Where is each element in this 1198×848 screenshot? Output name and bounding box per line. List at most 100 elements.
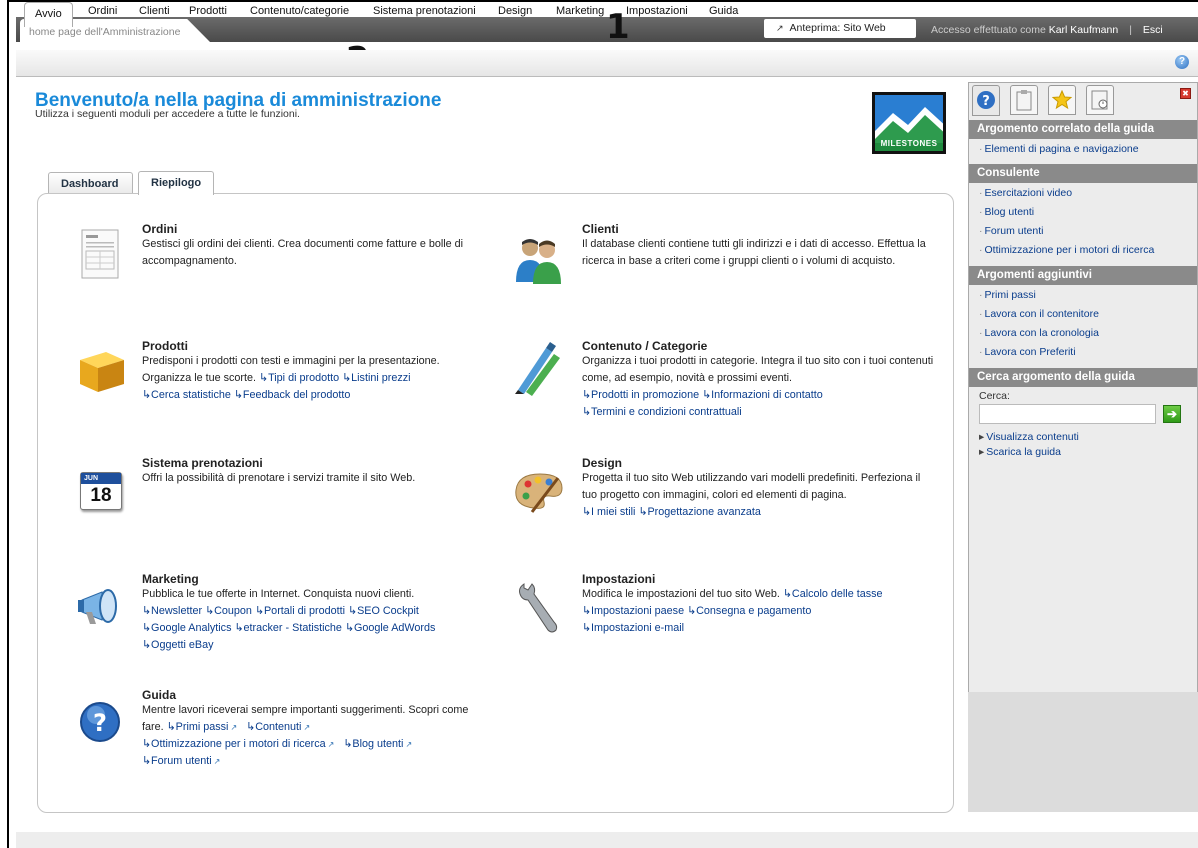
module-contenuto-title[interactable]: Contenuto / Categorie bbox=[582, 339, 934, 353]
sidebar-tab-history[interactable] bbox=[1086, 85, 1114, 115]
link-google-adwords[interactable]: Google AdWords bbox=[345, 622, 435, 634]
nav-tab-marketing[interactable]: Marketing bbox=[556, 5, 604, 17]
module-impostazioni-title[interactable]: Impostazioni bbox=[582, 572, 934, 586]
nav-tab-avvio[interactable]: Avvio bbox=[24, 2, 73, 27]
tab-riepilogo[interactable]: Riepilogo bbox=[138, 171, 214, 195]
link-prodotti-promozione[interactable]: Prodotti in promozione bbox=[582, 389, 699, 401]
module-clienti-title[interactable]: Clienti bbox=[582, 222, 932, 236]
link-termini-condizioni[interactable]: Termini e condizioni contrattuali bbox=[582, 406, 742, 418]
search-go-icon[interactable]: ➔ bbox=[1163, 405, 1181, 423]
link-seo-cockpit[interactable]: SEO Cockpit bbox=[348, 605, 419, 617]
module-contenuto: Contenuto / Categorie Organizza i tuoi p… bbox=[582, 339, 934, 421]
link-primi-passi[interactable]: Primi passi bbox=[167, 721, 229, 733]
wrench-icon bbox=[514, 580, 564, 633]
link-cerca-statistiche[interactable]: Cerca statistiche bbox=[142, 389, 231, 401]
link-ottimizzazione-seo[interactable]: Ottimizzazione per i motori di ricerca bbox=[142, 738, 326, 750]
help-icon[interactable]: ? bbox=[1175, 55, 1189, 69]
sidebar-item-primi-passi[interactable]: Primi passi bbox=[979, 289, 1036, 301]
sidebar-item-forum-utenti[interactable]: Forum utenti bbox=[979, 225, 1044, 237]
link-google-analytics[interactable]: Google Analytics bbox=[142, 622, 231, 634]
sidebar-header-cerca: Cerca argomento della guida bbox=[969, 368, 1197, 387]
help-question-icon: ? bbox=[78, 700, 128, 752]
link-portali-prodotti[interactable]: Portali di prodotti bbox=[255, 605, 345, 617]
link-miei-stili[interactable]: I miei stili bbox=[582, 506, 635, 518]
search-label: Cerca: bbox=[979, 390, 1010, 402]
megaphone-icon bbox=[76, 584, 126, 636]
link-impostazioni-paese[interactable]: Impostazioni paese bbox=[582, 605, 684, 617]
link-etracker[interactable]: etracker - Statistiche bbox=[234, 622, 341, 634]
module-guida: Guida Mentre lavori riceverai sempre imp… bbox=[142, 688, 492, 770]
sidebar-close-icon[interactable]: ✖ bbox=[1180, 88, 1191, 99]
history-icon bbox=[1091, 90, 1108, 110]
module-marketing: Marketing Pubblica le tue offerte in Int… bbox=[142, 572, 492, 654]
link-informazioni-contatto[interactable]: Informazioni di contatto bbox=[702, 389, 823, 401]
link-feedback-prodotto[interactable]: Feedback del prodotto bbox=[234, 389, 351, 401]
module-prenotazioni-title[interactable]: Sistema prenotazioni bbox=[142, 456, 502, 470]
link-coupon[interactable]: Coupon bbox=[205, 605, 252, 617]
nav-tab-prodotti[interactable]: Prodotti bbox=[189, 5, 227, 17]
calendar-month: JUN bbox=[81, 473, 121, 484]
link-consegna-pagamento[interactable]: Consegna e pagamento bbox=[687, 605, 811, 617]
link-listini-prezzi[interactable]: Listini prezzi bbox=[342, 372, 410, 384]
view-contents-link[interactable]: Visualizza contenuti bbox=[979, 431, 1079, 443]
link-calcolo-tasse[interactable]: Calcolo delle tasse bbox=[783, 588, 883, 600]
nav-tab-clienti[interactable]: Clienti bbox=[139, 5, 170, 17]
external-link-icon: ↗ bbox=[405, 740, 413, 749]
module-guida-title[interactable]: Guida bbox=[142, 688, 492, 702]
svg-text:?: ? bbox=[93, 709, 107, 737]
module-prodotti: Prodotti Predisponi i prodotti con testi… bbox=[142, 339, 492, 404]
logout-link[interactable]: Esci bbox=[1143, 24, 1163, 36]
sidebar-item-elementi-pagina[interactable]: Elementi di pagina e navigazione bbox=[979, 143, 1139, 155]
nav-tab-contenuto[interactable]: Contenuto/categorie bbox=[250, 5, 349, 17]
main-nav bbox=[16, 50, 1198, 77]
svg-text:?: ? bbox=[982, 94, 990, 109]
sidebar-tab-notes[interactable] bbox=[1010, 85, 1038, 115]
nav-tab-guida[interactable]: Guida bbox=[709, 5, 738, 17]
link-blog-utenti[interactable]: Blog utenti bbox=[343, 738, 403, 750]
link-tipi-prodotto[interactable]: Tipi di prodotto bbox=[259, 372, 339, 384]
download-guide-link[interactable]: Scarica la guida bbox=[979, 446, 1061, 458]
link-progettazione-avanzata[interactable]: Progettazione avanzata bbox=[638, 506, 761, 518]
link-oggetti-ebay[interactable]: Oggetti eBay bbox=[142, 639, 213, 651]
star-icon bbox=[1051, 89, 1073, 110]
nav-tab-design[interactable]: Design bbox=[498, 5, 532, 17]
module-marketing-title[interactable]: Marketing bbox=[142, 572, 492, 586]
external-link-icon: ↗ bbox=[213, 757, 221, 766]
external-link-icon: ↗ bbox=[303, 723, 311, 732]
link-contenuti[interactable]: Contenuti bbox=[246, 721, 301, 733]
link-forum-utenti[interactable]: Forum utenti bbox=[142, 755, 212, 767]
tab-dashboard[interactable]: Dashboard bbox=[48, 172, 133, 194]
sidebar-header-related: Argomento correlato della guida bbox=[969, 120, 1197, 139]
preview-label: Anteprima: Sito Web bbox=[789, 22, 886, 34]
sidebar-item-seo[interactable]: Ottimizzazione per i motori di ricerca bbox=[979, 244, 1155, 256]
link-impostazioni-email[interactable]: Impostazioni e-mail bbox=[582, 622, 684, 634]
sidebar-item-contenitore[interactable]: Lavora con il contenitore bbox=[979, 308, 1099, 320]
help-circle-icon: ? bbox=[977, 91, 995, 109]
sidebar-tab-help[interactable]: ? bbox=[972, 85, 1000, 116]
sidebar-tab-favorites[interactable] bbox=[1048, 85, 1076, 115]
nav-tab-prenotazioni[interactable]: Sistema prenotazioni bbox=[373, 5, 476, 17]
link-newsletter[interactable]: Newsletter bbox=[142, 605, 202, 617]
user-name: Karl Kaufmann bbox=[1048, 24, 1119, 36]
preview-website-button[interactable]: ↗ Anteprima: Sito Web bbox=[764, 19, 916, 38]
sidebar-header-consulente: Consulente bbox=[969, 164, 1197, 183]
module-ordini-desc: Gestisci gli ordini dei clienti. Crea do… bbox=[142, 238, 464, 267]
calendar-icon: JUN 18 bbox=[78, 468, 128, 520]
sidebar-item-esercitazioni-video[interactable]: Esercitazioni video bbox=[979, 187, 1073, 199]
nav-tab-impostazioni[interactable]: Impostazioni bbox=[626, 5, 688, 17]
sidebar-bottom bbox=[968, 692, 1198, 812]
milestones-logo: MILESTONES bbox=[872, 92, 946, 154]
module-prodotti-title[interactable]: Prodotti bbox=[142, 339, 492, 353]
external-link-icon: ↗ bbox=[230, 723, 238, 732]
sidebar-item-cronologia[interactable]: Lavora con la cronologia bbox=[979, 327, 1099, 339]
module-ordini: Ordini Gestisci gli ordini dei clienti. … bbox=[142, 222, 502, 270]
sidebar-header-argomenti: Argomenti aggiuntivi bbox=[969, 266, 1197, 285]
sidebar-item-preferiti[interactable]: Lavora con Preferiti bbox=[979, 346, 1076, 358]
module-guida-desc2: fare. bbox=[142, 721, 164, 733]
calendar-day: 18 bbox=[90, 485, 112, 506]
module-ordini-title[interactable]: Ordini bbox=[142, 222, 502, 236]
module-design-title[interactable]: Design bbox=[582, 456, 934, 470]
nav-tab-ordini[interactable]: Ordini bbox=[88, 5, 117, 17]
help-search-input[interactable] bbox=[979, 404, 1156, 424]
sidebar-item-blog-utenti[interactable]: Blog utenti bbox=[979, 206, 1035, 218]
